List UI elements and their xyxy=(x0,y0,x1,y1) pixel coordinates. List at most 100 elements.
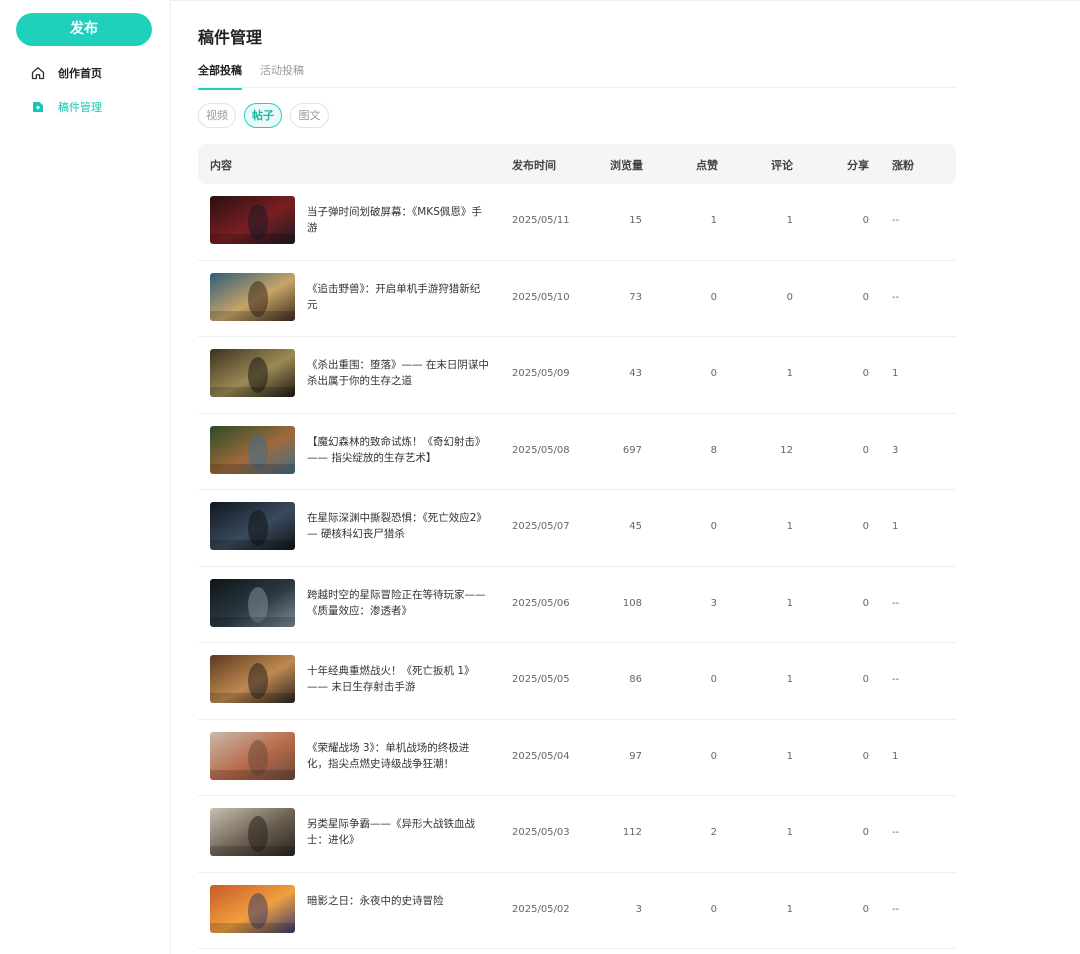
cover-thumbnail[interactable] xyxy=(210,884,295,933)
publish-date: 2025/05/06 xyxy=(512,597,570,609)
shares-count: 0 xyxy=(862,368,869,379)
post-title[interactable]: 跨越时空的星际冒险正在等待玩家——《质量效应：渗透者》 xyxy=(307,587,489,619)
submission-list: 当子弹时间划破屏幕：《MKS佩恩》手游 2025/05/11 15 1 1 0 -- 《追击野… xyxy=(198,184,956,949)
home-icon xyxy=(30,65,46,81)
tab-activity-submissions[interactable]: 活动投稿 xyxy=(260,62,304,78)
post-title[interactable]: 另类星际争霸——《异形大战铁血战士：进化》 xyxy=(307,816,489,848)
column-header-shares: 分享 xyxy=(847,159,869,172)
new-fans-count: 1 xyxy=(892,750,899,762)
cover-thumbnail[interactable] xyxy=(210,731,295,780)
filter-chip-video[interactable]: 视频 xyxy=(198,103,236,128)
comments-count: 1 xyxy=(786,215,793,226)
column-header-date: 发布时间 xyxy=(512,159,556,172)
cover-thumbnail[interactable] xyxy=(210,196,295,244)
likes-count: 1 xyxy=(710,215,717,226)
publish-date: 2025/05/04 xyxy=(512,750,570,762)
shares-count: 0 xyxy=(862,521,869,532)
publish-date: 2025/05/10 xyxy=(512,291,570,303)
publish-date: 2025/05/08 xyxy=(512,444,570,456)
new-fans-count: 1 xyxy=(892,521,899,532)
comments-count: 1 xyxy=(786,674,793,685)
comments-count: 1 xyxy=(786,827,793,838)
sidebar: 发布 创作首页 稿件管理 xyxy=(0,0,171,954)
sidebar-item-manage[interactable]: 稿件管理 xyxy=(30,97,102,117)
comments-count: 1 xyxy=(786,597,793,609)
views-count: 697 xyxy=(622,444,642,456)
new-fans-count: -- xyxy=(892,215,900,226)
cover-thumbnail[interactable] xyxy=(210,502,295,550)
publish-date: 2025/05/11 xyxy=(512,215,570,226)
post-title[interactable]: 《杀出重围：堕落》—— 在末日阴谋中杀出属于你的生存之道 xyxy=(307,357,489,389)
publish-date: 2025/05/02 xyxy=(512,903,570,915)
likes-count: 0 xyxy=(710,750,717,762)
post-title[interactable]: 十年经典重燃战火！《死亡扳机 1》—— 末日生存射击手游 xyxy=(307,663,489,695)
table-row[interactable]: 跨越时空的星际冒险正在等待玩家——《质量效应：渗透者》 2025/05/06 108… xyxy=(198,567,956,643)
publish-date: 2025/05/09 xyxy=(512,368,570,379)
shares-count: 0 xyxy=(862,215,869,226)
sidebar-item-label: 稿件管理 xyxy=(58,101,102,114)
cover-thumbnail[interactable] xyxy=(210,349,295,397)
new-fans-count: -- xyxy=(892,903,900,915)
likes-count: 0 xyxy=(710,521,717,532)
new-fans-count: -- xyxy=(892,827,900,838)
comments-count: 1 xyxy=(786,750,793,762)
views-count: 97 xyxy=(629,750,642,762)
column-header-content: 内容 xyxy=(210,159,232,172)
shares-count: 0 xyxy=(862,750,869,762)
cover-thumbnail[interactable] xyxy=(210,808,295,856)
publish-date: 2025/05/05 xyxy=(512,674,570,685)
views-count: 45 xyxy=(629,521,642,532)
table-row[interactable]: 十年经典重燃战火！《死亡扳机 1》—— 末日生存射击手游 2025/05/05 86… xyxy=(198,643,956,720)
table-row[interactable]: 《追击野兽》：开启单机手游狩猎新纪元 2025/05/10 73 0 0 0 -- xyxy=(198,261,956,337)
sidebar-item-home[interactable]: 创作首页 xyxy=(30,63,102,83)
new-fans-count: -- xyxy=(892,674,900,685)
post-title[interactable]: 《荣耀战场 3》：单机战场的终极进化，指尖点燃史诗级战争狂潮！ xyxy=(307,740,489,772)
post-title[interactable]: 《追击野兽》：开启单机手游狩猎新纪元 xyxy=(307,281,489,313)
table-row[interactable]: 另类星际争霸——《异形大战铁血战士：进化》 2025/05/03 112 2 1 0 -- xyxy=(198,796,956,873)
cover-thumbnail[interactable] xyxy=(210,655,295,703)
comments-count: 0 xyxy=(786,291,793,303)
views-count: 3 xyxy=(635,903,642,915)
post-title[interactable]: 【魔幻森林的致命试炼！《奇幻射击》—— 指尖绽放的生存艺术】 xyxy=(307,434,489,466)
table-row[interactable]: 当子弹时间划破屏幕：《MKS佩恩》手游 2025/05/11 15 1 1 0 -- xyxy=(198,184,956,261)
column-header-views: 浏览量 xyxy=(610,159,643,172)
cover-thumbnail[interactable] xyxy=(210,578,295,627)
table-row[interactable]: 【魔幻森林的致命试炼！《奇幻射击》—— 指尖绽放的生存艺术】 2025/05/08… xyxy=(198,414,956,490)
table-row[interactable]: 《荣耀战场 3》：单机战场的终极进化，指尖点燃史诗级战争狂潮！ 2025/05/0… xyxy=(198,720,956,796)
shares-count: 0 xyxy=(862,903,869,915)
shares-count: 0 xyxy=(862,291,869,303)
table-row[interactable]: 暗影之日：永夜中的史诗冒险 2025/05/02 3 0 1 0 -- xyxy=(198,873,956,949)
views-count: 86 xyxy=(629,674,642,685)
likes-count: 0 xyxy=(710,903,717,915)
tab-all-submissions[interactable]: 全部投稿 xyxy=(198,62,242,90)
comments-count: 12 xyxy=(780,444,793,456)
new-fans-count: 3 xyxy=(892,444,899,456)
post-title[interactable]: 暗影之日：永夜中的史诗冒险 xyxy=(307,893,489,909)
post-title[interactable]: 在星际深渊中撕裂恐惧：《死亡效应2》— 硬核科幻丧尸猎杀 xyxy=(307,510,489,542)
publish-date: 2025/05/07 xyxy=(512,521,570,532)
views-count: 112 xyxy=(622,827,642,838)
views-count: 43 xyxy=(629,368,642,379)
column-header-fans: 涨粉 xyxy=(892,159,914,172)
filter-chip-post[interactable]: 帖子 xyxy=(244,103,282,128)
new-fans-count: -- xyxy=(892,291,900,303)
table-row[interactable]: 在星际深渊中撕裂恐惧：《死亡效应2》— 硬核科幻丧尸猎杀 2025/05/07 45… xyxy=(198,490,956,567)
shares-count: 0 xyxy=(862,444,869,456)
filter-chip-image-text[interactable]: 图文 xyxy=(290,103,329,128)
comments-count: 1 xyxy=(786,368,793,379)
table-row[interactable]: 《杀出重围：堕落》—— 在末日阴谋中杀出属于你的生存之道 2025/05/09 43… xyxy=(198,337,956,414)
shares-count: 0 xyxy=(862,597,869,609)
column-header-comments: 评论 xyxy=(771,159,793,172)
post-title[interactable]: 当子弹时间划破屏幕：《MKS佩恩》手游 xyxy=(307,204,489,236)
column-header-likes: 点赞 xyxy=(696,159,718,172)
shares-count: 0 xyxy=(862,827,869,838)
new-fans-count: -- xyxy=(892,597,900,609)
new-fans-count: 1 xyxy=(892,368,899,379)
comments-count: 1 xyxy=(786,903,793,915)
views-count: 15 xyxy=(629,215,642,226)
publish-button[interactable]: 发布 xyxy=(16,13,152,46)
page-title: 稿件管理 xyxy=(198,28,263,47)
cover-thumbnail[interactable] xyxy=(210,425,295,474)
cover-thumbnail[interactable] xyxy=(210,272,295,321)
tab-bar: 全部投稿 活动投稿 xyxy=(198,60,956,90)
